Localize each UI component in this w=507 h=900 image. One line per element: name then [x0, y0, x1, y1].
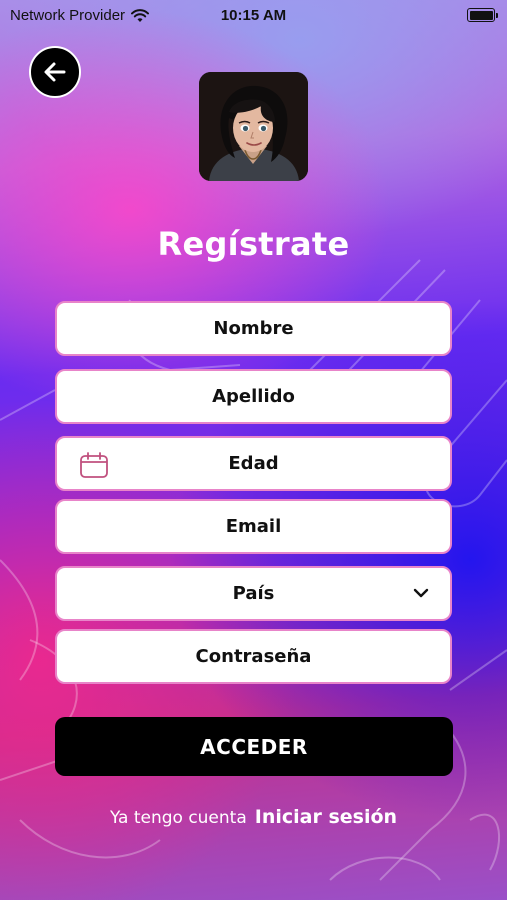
- acceder-button[interactable]: ACCEDER: [55, 717, 453, 776]
- apellido-field[interactable]: Apellido: [55, 369, 452, 424]
- pais-select[interactable]: País: [55, 566, 452, 621]
- avatar-image: [199, 72, 308, 181]
- login-row: Ya tengo cuenta Iniciar sesión: [0, 806, 507, 828]
- calendar-icon[interactable]: [79, 451, 109, 479]
- battery-fill: [469, 10, 493, 20]
- avatar: [199, 72, 308, 181]
- chevron-down-icon: [413, 588, 429, 598]
- battery-tip: [495, 12, 498, 18]
- nombre-field[interactable]: Nombre: [55, 301, 452, 356]
- edad-label: Edad: [228, 453, 279, 474]
- page-title: Regístrate: [157, 225, 350, 263]
- login-link[interactable]: Iniciar sesión: [255, 806, 397, 828]
- status-bar: Network Provider 10:15 AM: [0, 0, 507, 32]
- edad-field[interactable]: Edad: [55, 436, 452, 491]
- back-button[interactable]: [29, 46, 81, 98]
- status-time: 10:15 AM: [220, 7, 287, 24]
- pais-label: País: [232, 583, 275, 604]
- email-field[interactable]: Email: [55, 499, 452, 554]
- battery-icon: [467, 8, 498, 22]
- contrasena-field[interactable]: Contraseña: [55, 629, 452, 684]
- login-prompt-text: Ya tengo cuenta: [109, 808, 247, 828]
- arrow-left-icon: [44, 62, 66, 82]
